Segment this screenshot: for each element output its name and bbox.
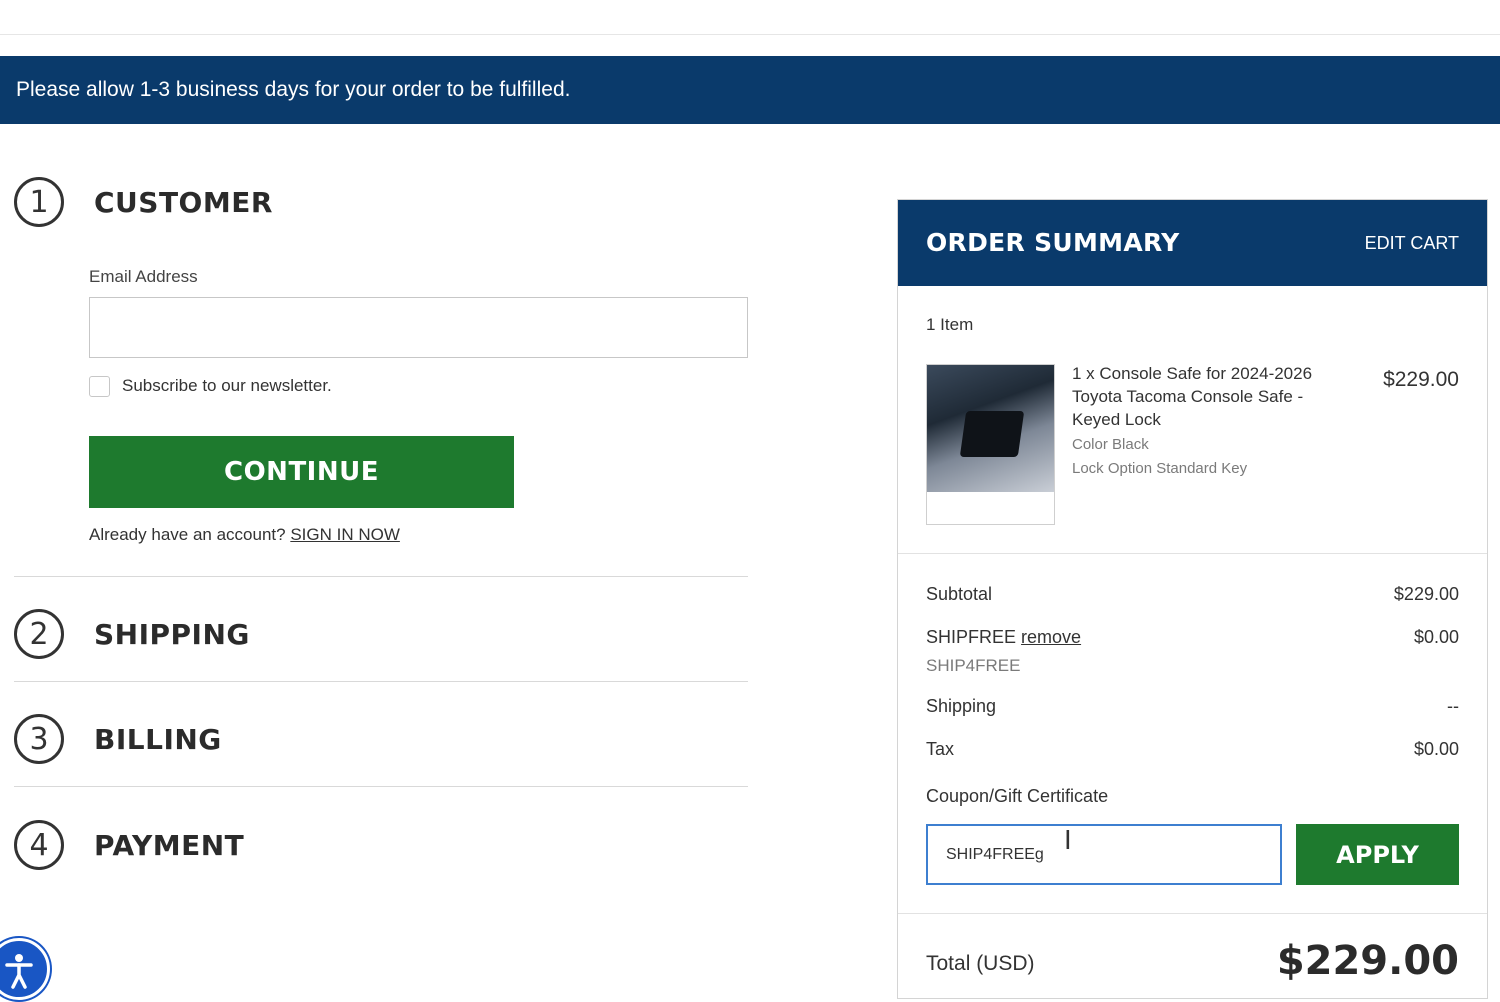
step-divider	[14, 681, 748, 682]
text-cursor-icon: I	[1064, 826, 1072, 856]
apply-coupon-button[interactable]: APPLY	[1296, 824, 1459, 885]
tax-value: $0.00	[1413, 739, 1459, 759]
newsletter-checkbox[interactable]	[89, 376, 110, 397]
banner-text: Please allow 1-3 business days for your …	[16, 78, 571, 101]
coupon-label: Coupon/Gift Certificate	[926, 786, 1109, 806]
step-1-number: 1	[14, 177, 64, 227]
email-label: Email Address	[89, 267, 198, 286]
step-2-title: SHIPPING	[94, 618, 250, 651]
item-option-color: Color Black	[1072, 436, 1149, 453]
coupon-input[interactable]	[926, 824, 1282, 885]
step-divider	[14, 576, 748, 577]
step-divider	[14, 786, 748, 787]
item-name-line-1: 1 x Console Safe for 2024-2026	[1072, 364, 1313, 383]
item-name-line-2: Toyota Tacoma Console Safe -	[1072, 387, 1304, 406]
edit-cart-link[interactable]: EDIT CART	[1365, 233, 1459, 254]
discount-label: SHIPFREE	[926, 627, 1017, 647]
step-4-number: 4	[14, 820, 64, 870]
product-thumbnail	[926, 364, 1055, 525]
item-option-lock: Lock Option Standard Key	[1072, 460, 1248, 477]
newsletter-label[interactable]: Subscribe to our newsletter.	[122, 376, 332, 396]
item-count: 1 Item	[926, 315, 974, 334]
subtotal-label: Subtotal	[926, 584, 993, 604]
summary-divider	[898, 553, 1487, 554]
discount-value: $0.00	[1413, 627, 1459, 647]
top-divider	[0, 34, 1500, 35]
shipping-label: Shipping	[926, 696, 997, 716]
subtotal-value: $229.00	[1393, 584, 1459, 604]
continue-button[interactable]: CONTINUE	[89, 436, 514, 508]
step-3-title: BILLING	[94, 723, 222, 756]
total-value: $229.00	[1276, 938, 1459, 984]
step-2-number: 2	[14, 609, 64, 659]
discount-code: SHIP4FREE	[926, 656, 1021, 675]
step-1-title: CUSTOMER	[94, 186, 273, 219]
tax-label: Tax	[926, 739, 955, 759]
accessibility-figure	[5, 954, 33, 989]
discount-row: SHIPFREE remove	[926, 627, 1081, 648]
accessibility-icon[interactable]	[0, 938, 50, 1000]
signin-prompt-text: Already have an account?	[89, 525, 286, 544]
fulfillment-banner: Please allow 1-3 business days for your …	[0, 56, 1500, 124]
step-3-number: 3	[14, 714, 64, 764]
total-label: Total (USD)	[926, 952, 1035, 975]
remove-discount-link[interactable]: remove	[1021, 627, 1081, 647]
step-4-title: PAYMENT	[94, 829, 245, 862]
item-price: $229.00	[1383, 368, 1459, 391]
order-summary-header: ORDER SUMMARY EDIT CART	[898, 200, 1487, 286]
console-safe-shape	[959, 411, 1025, 457]
signin-prompt: Already have an account? SIGN IN NOW	[89, 525, 400, 545]
item-name-line-3: Keyed Lock	[1072, 410, 1161, 429]
sign-in-link[interactable]: SIGN IN NOW	[290, 525, 400, 544]
order-summary-panel: ORDER SUMMARY EDIT CART 1 Item 1 x Conso…	[897, 199, 1488, 999]
email-input[interactable]	[89, 297, 748, 358]
product-image	[927, 365, 1054, 492]
shipping-value: --	[1447, 696, 1459, 716]
order-summary-title: ORDER SUMMARY	[926, 228, 1180, 257]
summary-divider	[898, 913, 1487, 914]
